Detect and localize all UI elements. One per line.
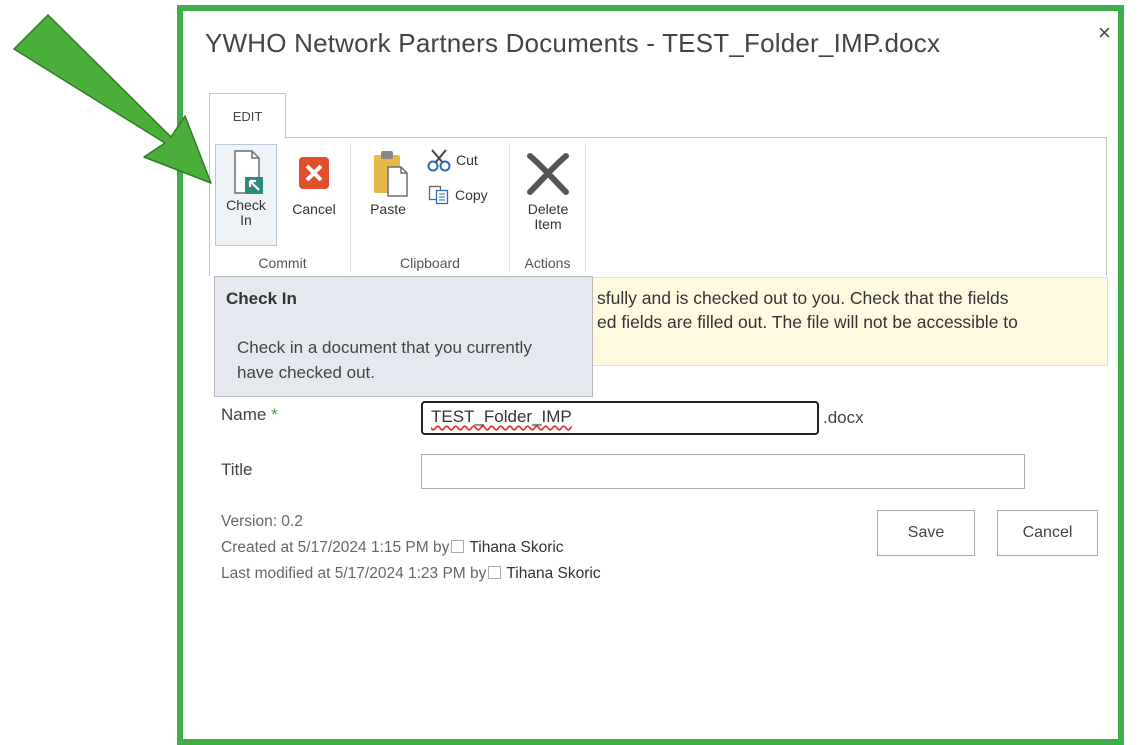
cancel-label: Cancel xyxy=(1022,524,1073,541)
modified-text: Last modified at 5/17/2024 1:23 PM by Tih… xyxy=(221,565,601,583)
group-label-clipboard: Clipboard xyxy=(400,255,460,271)
group-label-actions: Actions xyxy=(524,255,571,271)
check-in-tooltip: Check In Check in a document that you cu… xyxy=(214,276,593,397)
cancel-icon xyxy=(299,157,329,189)
name-label: Name * xyxy=(221,405,278,425)
save-label: Save xyxy=(907,524,945,541)
copy-label: Copy xyxy=(455,186,488,203)
created-user-link[interactable]: Tihana Skoric xyxy=(469,539,563,556)
cut-label: Cut xyxy=(456,151,478,168)
ribbon-separator xyxy=(585,143,586,273)
ribbon-separator xyxy=(509,143,510,273)
tooltip-title: Check In xyxy=(226,289,297,308)
cut-button[interactable]: Cut xyxy=(426,148,496,172)
delete-item-button[interactable]: Delete Item xyxy=(513,150,583,232)
ribbon-cancel-button[interactable]: Cancel xyxy=(284,152,344,217)
paste-label: Paste xyxy=(370,201,406,217)
created-prefix: Created at 5/17/2024 1:15 PM by xyxy=(221,539,450,556)
name-label-text: Name xyxy=(221,405,267,424)
group-label-commit: Commit xyxy=(258,255,307,271)
annotation-arrow-icon xyxy=(13,14,212,184)
copy-button[interactable]: Copy xyxy=(428,185,500,205)
delete-icon xyxy=(527,153,569,195)
required-mark: * xyxy=(271,405,278,424)
modified-user-link[interactable]: Tihana Skoric xyxy=(506,565,600,582)
title-input[interactable] xyxy=(421,454,1025,489)
paste-button[interactable]: Paste xyxy=(360,148,416,217)
ribbon-cancel-label: Cancel xyxy=(292,201,336,217)
delete-label-1: Delete xyxy=(527,201,569,217)
title-label: Title xyxy=(221,460,253,479)
cancel-button[interactable]: Cancel xyxy=(997,510,1098,556)
file-extension: .docx xyxy=(823,408,864,427)
delete-label-2: Item xyxy=(534,216,562,232)
save-button[interactable]: Save xyxy=(877,510,975,556)
dialog-title: YWHO Network Partners Documents - TEST_F… xyxy=(205,28,941,58)
tooltip-body: Check in a document that you currently h… xyxy=(237,338,532,382)
name-input-value: TEST_Folder_IMP xyxy=(431,407,572,426)
notice-line-1: sfully and is checked out to you. Check … xyxy=(597,288,1009,308)
scissors-icon xyxy=(427,149,451,172)
checkout-notice: sfully and is checked out to you. Check … xyxy=(590,277,1108,366)
paste-icon xyxy=(374,151,408,197)
ribbon-separator xyxy=(350,143,351,273)
check-in-label-2: In xyxy=(240,212,252,228)
version-text: Version: 0.2 xyxy=(221,513,303,530)
presence-icon xyxy=(488,566,502,579)
created-text: Created at 5/17/2024 1:15 PM by Tihana Sk… xyxy=(221,539,564,557)
close-icon[interactable]: × xyxy=(1098,22,1111,44)
check-in-label-1: Check xyxy=(226,197,266,213)
name-input[interactable]: TEST_Folder_IMP xyxy=(421,401,819,435)
modified-prefix: Last modified at 5/17/2024 1:23 PM by xyxy=(221,565,487,582)
presence-icon xyxy=(451,540,465,553)
copy-icon xyxy=(428,185,449,205)
notice-line-2: ed fields are filled out. The file will … xyxy=(597,312,1018,332)
